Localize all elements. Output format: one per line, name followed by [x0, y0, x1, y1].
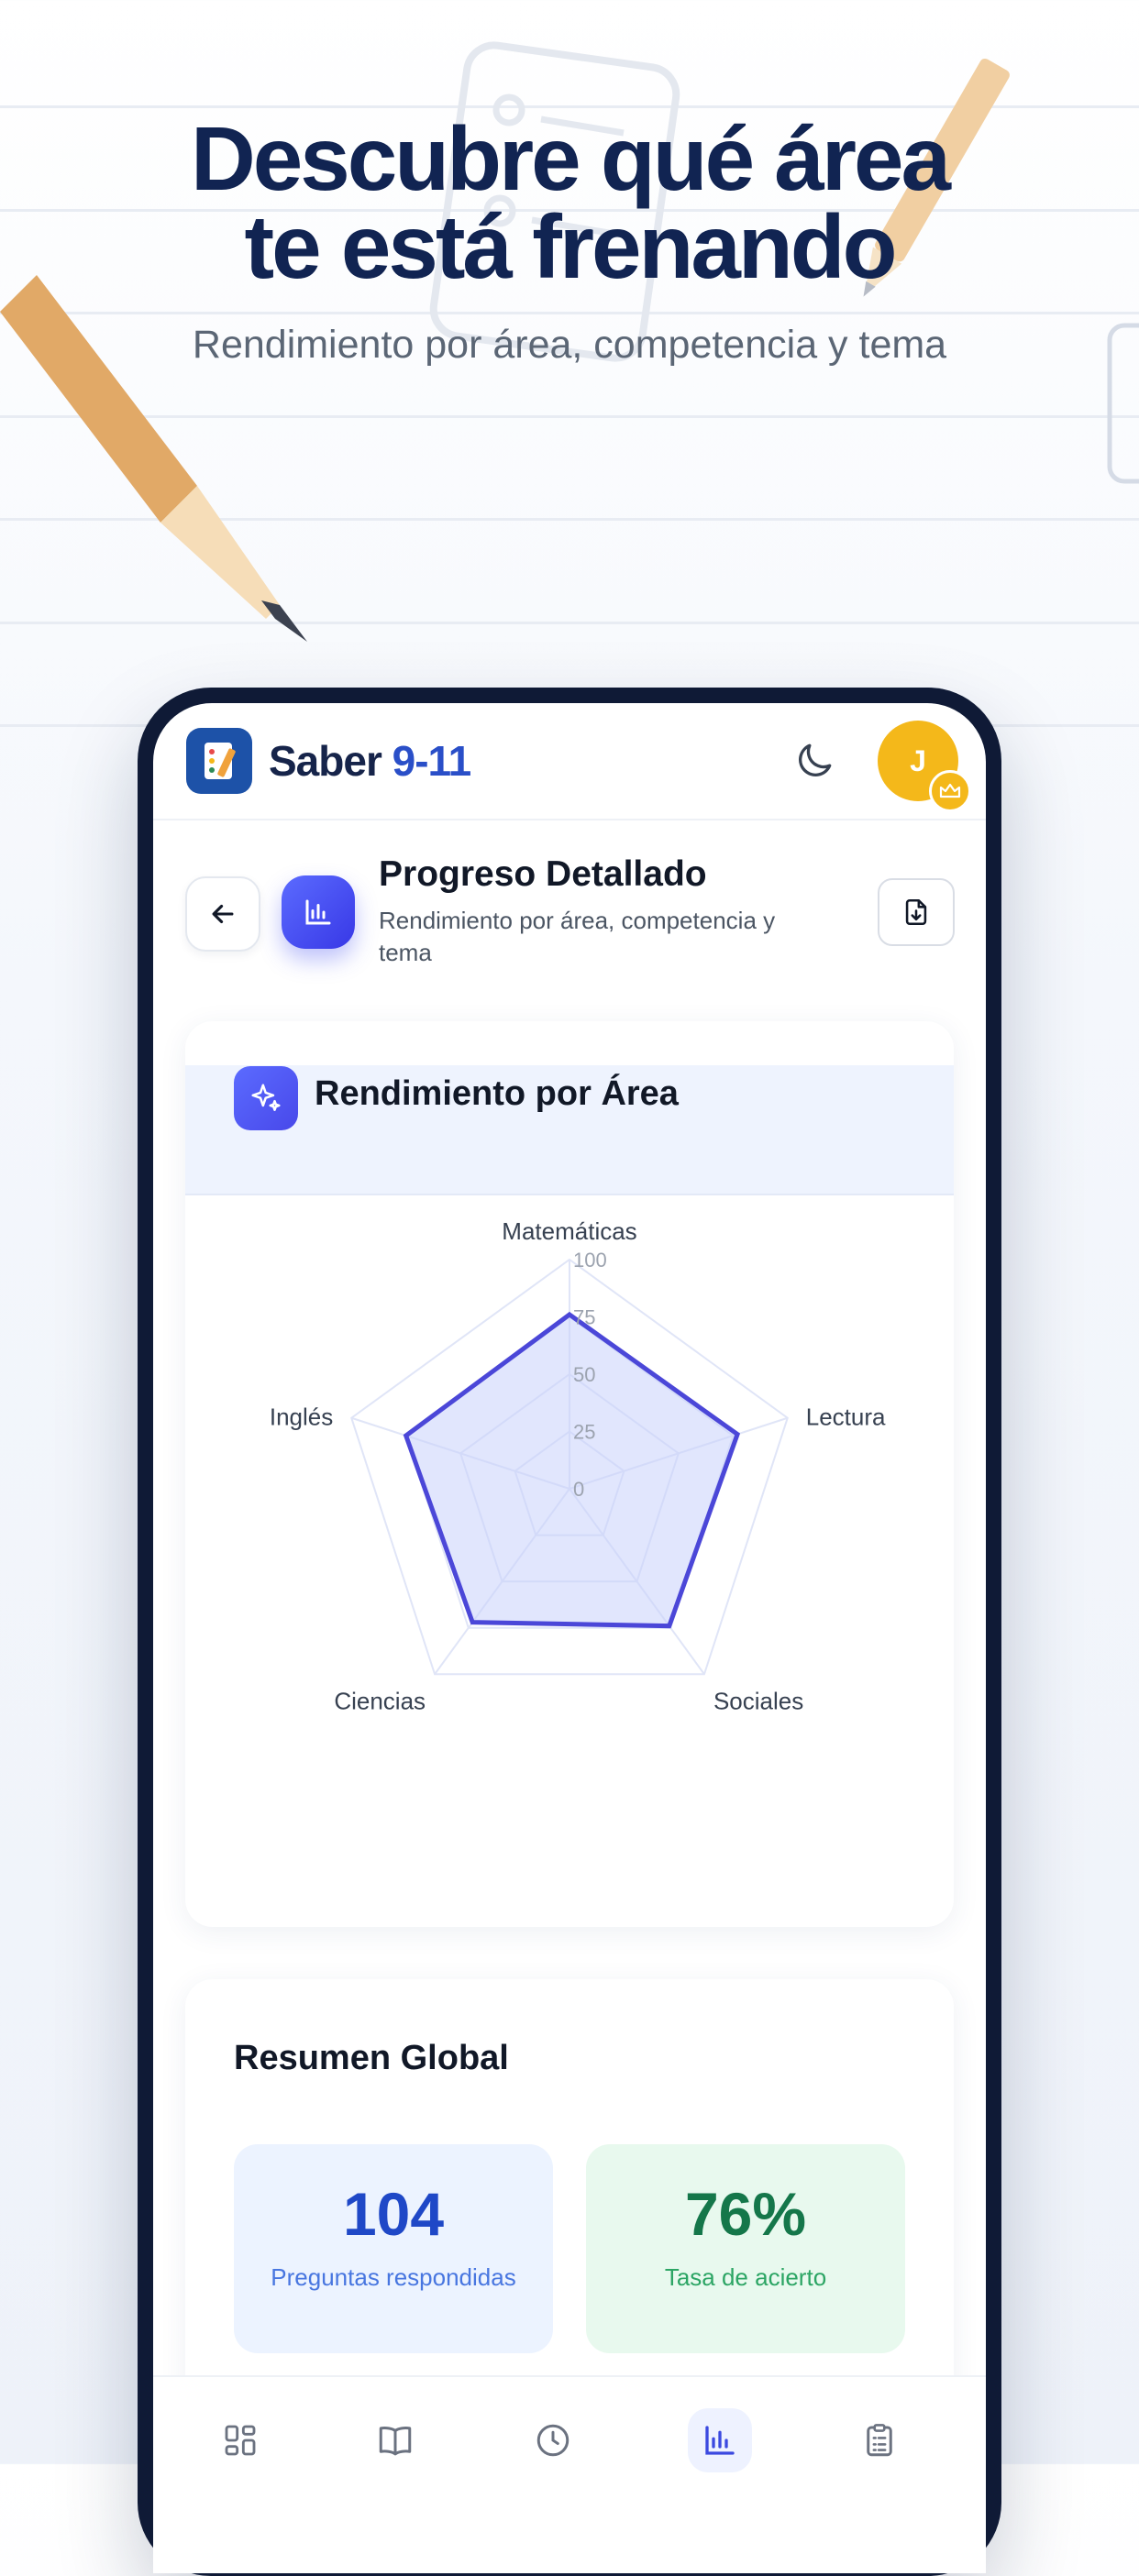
radar-category-label: Ciencias — [334, 1687, 426, 1714]
nav-progress[interactable] — [688, 2408, 752, 2472]
radar-tick-label: 50 — [573, 1363, 595, 1386]
stat-accuracy-label: Tasa de acierto — [664, 2263, 827, 2291]
radar-category-label: Matemáticas — [502, 1217, 636, 1245]
app-bar: Saber 9-11 J — [153, 703, 986, 820]
bottom-nav — [153, 2375, 986, 2573]
radar-card-header: Rendimiento por Área — [185, 1065, 954, 1195]
clipboard-icon — [867, 2424, 892, 2457]
app-name: Saber 9-11 — [269, 736, 472, 786]
app-name-part1: Saber — [269, 737, 393, 785]
stat-questions-label: Preguntas respondidas — [271, 2263, 516, 2291]
back-button[interactable] — [185, 876, 260, 952]
app-logo-icon[interactable] — [186, 728, 252, 794]
radar-tick-label: 75 — [573, 1306, 595, 1329]
radar-category-label: Inglés — [270, 1404, 333, 1431]
radar-tick-label: 100 — [573, 1249, 607, 1271]
nav-dashboard[interactable] — [208, 2408, 272, 2472]
avatar-initial: J — [910, 743, 926, 777]
radar-chart: 0 25 50 75 100 Matemáticas Lectura Sociales Cien… — [270, 1217, 886, 1714]
phone-frame: Saber 9-11 J Progreso Detallado Rendimie… — [138, 688, 1001, 2576]
radar-tick-label: 0 — [573, 1478, 584, 1501]
hero-subtitle: Rendimiento por área, competencia y tema — [192, 323, 947, 367]
radar-tick-label: 25 — [573, 1421, 595, 1444]
book-icon — [379, 2427, 412, 2456]
summary-title: Resumen Global — [234, 2039, 509, 2077]
stat-questions-value: 104 — [342, 2180, 445, 2248]
sparkles-icon — [234, 1066, 298, 1130]
stat-questions-card: 104 Preguntas respondidas — [234, 2144, 553, 2353]
radar-series-area — [403, 1311, 741, 1629]
chart-icon — [705, 2426, 735, 2455]
nav-exams[interactable] — [847, 2408, 912, 2472]
file-download-icon — [905, 898, 927, 926]
export-button[interactable] — [878, 878, 955, 946]
app-screen: Saber 9-11 J Progreso Detallado Rendimie… — [153, 703, 986, 2573]
stat-accuracy-card: 76% Tasa de acierto — [586, 2144, 905, 2353]
page-subtitle: Rendimiento por área, competencia y tema — [379, 907, 776, 966]
radar-category-label: Sociales — [713, 1687, 803, 1714]
radar-category-label: Lectura — [806, 1404, 886, 1431]
nav-book[interactable] — [363, 2408, 427, 2472]
arrow-left-icon — [212, 904, 234, 924]
progress-chart-icon — [282, 875, 355, 949]
app-name-part2: 9-11 — [392, 737, 472, 785]
hero-title-line2: te está frenando — [244, 196, 898, 297]
stat-accuracy-value: 76% — [684, 2180, 807, 2248]
page-title: Progreso Detallado — [379, 854, 707, 894]
hero-title: Descubre qué área te está frenando — [0, 108, 1139, 297]
nav-history[interactable] — [521, 2408, 585, 2472]
radar-card: Rendimiento por Área 0 25 50 75 100 Matemátic… — [185, 1021, 954, 1927]
dark-mode-icon[interactable] — [791, 738, 837, 784]
dashboard-icon — [225, 2425, 256, 2456]
radar-card-title: Rendimiento por Área — [315, 1074, 679, 1113]
crown-icon — [929, 770, 971, 812]
hero-title-line1: Descubre qué área — [191, 108, 951, 209]
clock-icon — [536, 2424, 570, 2457]
